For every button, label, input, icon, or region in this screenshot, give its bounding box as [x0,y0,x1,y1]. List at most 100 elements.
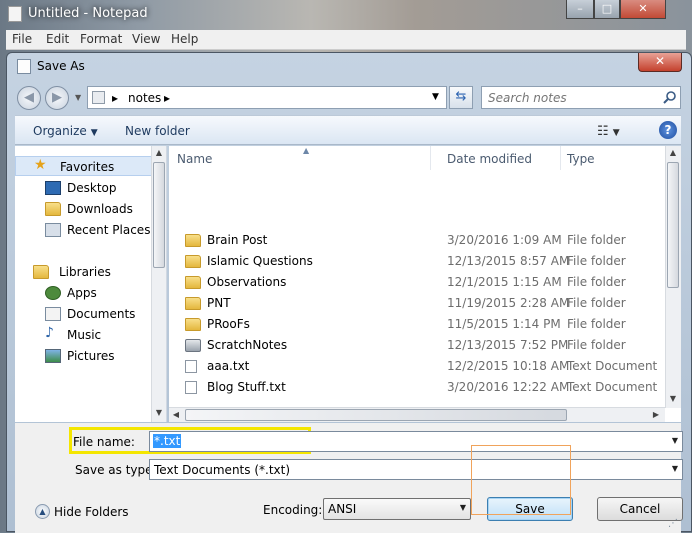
maximize-button[interactable]: □ [594,0,620,19]
nav-scroll-up-icon[interactable]: ▲ [152,146,166,160]
chevron-down-icon[interactable]: ▼ [672,436,678,445]
nav-apps-label: Apps [67,286,97,300]
dialog-icon [17,59,31,74]
organize-button[interactable]: Organize ▼ [33,124,98,138]
file-date: 11/5/2015 1:14 PM [447,317,561,331]
scroll-left-icon[interactable]: ◀ [169,408,183,422]
folder-icon [185,255,201,268]
file-date: 12/13/2015 7:52 PM [447,338,569,352]
menu-view[interactable]: View [132,32,160,46]
help-icon[interactable]: ? [659,121,677,139]
table-row[interactable]: PRooFs 11/5/2015 1:14 PM File folder [169,314,665,335]
column-date-modified[interactable]: Date modified [439,146,561,170]
nav-downloads[interactable]: Downloads [15,199,153,219]
search-box[interactable] [481,86,681,109]
change-view-icon[interactable]: ☷ ▼ [597,124,620,139]
address-dropdown-icon[interactable]: ▼ [432,92,439,102]
file-name-field[interactable]: *.txt ▼ [149,431,683,452]
nav-music[interactable]: ♪ Music [15,325,153,345]
file-list-hscrollbar[interactable]: ◀ ▶ [169,407,665,422]
breadcrumb-notes[interactable]: notes [128,91,161,105]
search-icon[interactable] [662,90,678,106]
search-input[interactable] [486,90,654,106]
nav-desktop[interactable]: Desktop [15,178,153,198]
dialog-close-button[interactable]: ✕ [638,53,682,72]
nav-recent-places[interactable]: Recent Places [15,220,153,240]
chevron-down-icon: ▼ [90,128,98,138]
pictures-icon [45,349,61,363]
save-type-label: Save as type: [75,463,157,477]
file-type: Text Document [567,380,658,394]
nav-scroll-thumb[interactable] [153,162,165,268]
table-row[interactable]: ScratchNotes 12/13/2015 7:52 PM File fol… [169,335,665,356]
table-row[interactable]: Blog Stuff.txt 3/20/2016 12:22 AM Text D… [169,377,665,398]
notepad-menubar: File Edit Format View Help [6,30,686,50]
forward-button[interactable]: ▶ [45,86,69,110]
file-date: 12/2/2015 10:18 AM [447,359,570,373]
column-type[interactable]: Type [559,146,665,170]
menu-file[interactable]: File [12,32,32,46]
menu-edit[interactable]: Edit [46,32,69,46]
file-name: ScratchNotes [207,338,288,352]
nav-scrollbar[interactable]: ▲ ▼ [151,146,166,422]
nav-favorites[interactable]: ★ Favorites [15,156,153,176]
table-row[interactable]: Brain Post 3/20/2016 1:09 AM File folder [169,230,665,251]
folder-icon [185,297,201,310]
back-button[interactable]: ◀ [17,86,41,110]
menu-format[interactable]: Format [80,32,122,46]
menu-help[interactable]: Help [171,32,198,46]
recent-places-icon [45,223,61,237]
file-type: File folder [567,233,626,247]
file-scroll-up-icon[interactable]: ▲ [666,146,680,160]
nav-pictures[interactable]: Pictures [15,346,153,366]
table-row[interactable]: Observations 12/1/2015 1:15 AM File fold… [169,272,665,293]
chevron-down-icon[interactable]: ▼ [460,503,466,512]
save-type-select[interactable]: Text Documents (*.txt) ▼ [149,459,683,480]
hide-folders-button[interactable]: ▲ Hide Folders [35,504,129,519]
chevron-down-icon[interactable]: ▼ [672,464,678,473]
file-type: File folder [567,275,626,289]
nav-music-label: Music [67,328,102,342]
nav-libraries[interactable]: Libraries [15,262,153,282]
hscroll-thumb[interactable] [185,409,567,421]
new-folder-button[interactable]: New folder [125,124,190,138]
encoding-select[interactable]: ANSI ▼ [323,498,471,520]
minimize-button[interactable]: – [566,0,594,19]
scroll-right-icon[interactable]: ▶ [649,408,663,422]
table-row[interactable]: aaa.txt 12/2/2015 10:18 AM Text Document [169,356,665,377]
music-icon: ♪ [45,325,54,341]
nav-favorites-label: Favorites [60,160,115,174]
nav-apps[interactable]: Apps [15,283,153,303]
nav-pictures-label: Pictures [67,349,115,363]
file-name: aaa.txt [207,359,250,373]
refresh-button[interactable]: ⇆ [449,86,473,109]
table-row[interactable]: Islamic Questions 12/13/2015 8:57 AM Fil… [169,251,665,272]
file-list: ▲ Name Date modified Type Brain Post 3/2… [169,146,681,422]
nav-scroll-down-icon[interactable]: ▼ [152,406,166,420]
recent-locations-dropdown[interactable]: ▼ [75,93,81,102]
breadcrumb-separator[interactable]: ▸ [112,91,118,105]
file-name-value[interactable]: *.txt [153,434,182,448]
file-date: 12/13/2015 8:57 AM [447,254,570,268]
location-icon [92,91,105,104]
notepad-icon [8,6,22,22]
documents-icon [45,307,61,321]
file-scroll-thumb[interactable] [667,162,679,288]
column-name[interactable]: Name [169,146,431,170]
address-bar[interactable]: ▸ notes ▸ ▼ [87,86,447,109]
folder-icon [185,234,201,247]
nav-recent-places-label: Recent Places [67,223,151,237]
dialog-footer: ▲ Hide Folders Encoding: ANSI ▼ Save Can… [15,493,683,533]
column-type-label: Type [567,152,595,166]
file-list-scrollbar[interactable]: ▲ ▼ [665,146,681,408]
nav-libraries-label: Libraries [59,265,111,279]
nav-documents[interactable]: Documents [15,304,153,324]
file-date: 3/20/2016 12:22 AM [447,380,570,394]
nav-desktop-label: Desktop [67,181,117,195]
resize-grip-icon[interactable]: ⋰ [668,518,678,529]
notepad-close-button[interactable]: ✕ [620,0,666,19]
table-row[interactable]: PNT 11/19/2015 2:28 AM File folder [169,293,665,314]
file-scroll-down-icon[interactable]: ▼ [666,392,680,406]
breadcrumb-separator-2[interactable]: ▸ [164,91,170,105]
save-as-dialog: Save As ✕ ◀ ▶ ▼ ▸ notes ▸ ▼ ⇆ Organize▼ … [6,52,692,533]
